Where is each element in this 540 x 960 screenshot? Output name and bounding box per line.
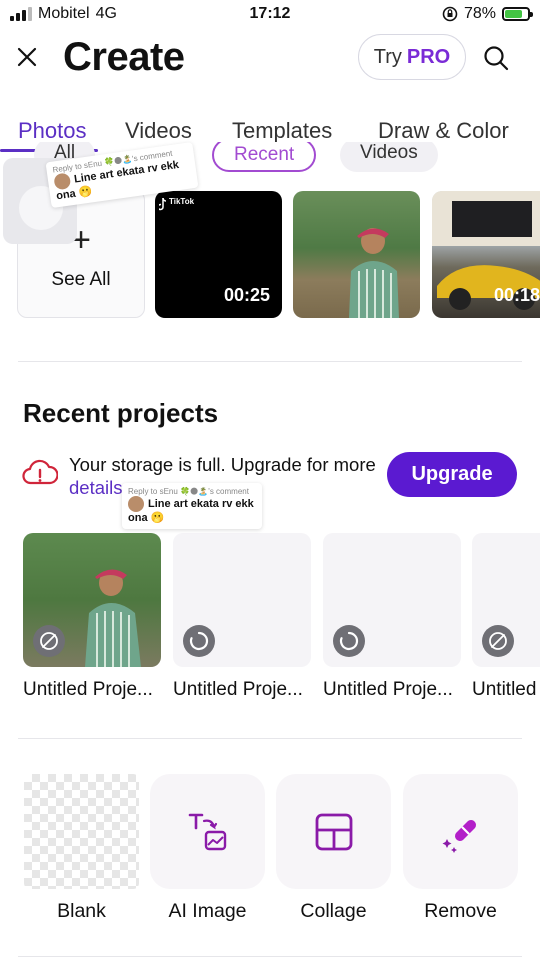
tool-label: Collage <box>300 900 367 922</box>
tab-draw-color[interactable]: Draw & Color <box>378 118 509 144</box>
video-duration: 00:25 <box>223 285 270 305</box>
media-thumb[interactable]: 00:18 <box>432 191 540 318</box>
project-item[interactable]: Untitled <box>472 533 540 701</box>
search-button[interactable] <box>482 44 510 72</box>
storage-message: Your storage is full. Upgrade for more <box>69 454 376 475</box>
media-thumb[interactable]: TikTok 00:25 <box>155 191 282 318</box>
battery-percent: 78% <box>463 5 496 22</box>
project-name: Untitled Proje... <box>23 679 153 700</box>
project-item[interactable]: Untitled Proje... <box>23 533 161 701</box>
project-thumbnail[interactable] <box>472 533 540 667</box>
status-right: 78% <box>442 5 533 23</box>
loading-spinner-icon <box>333 625 365 657</box>
tab-photos[interactable]: Photos <box>18 118 87 144</box>
project-item[interactable]: Untitled Proje... <box>173 533 311 701</box>
search-icon <box>484 46 509 71</box>
tiktok-brand: TikTok <box>169 197 195 206</box>
divider <box>18 738 522 739</box>
tool-blank[interactable]: Blank <box>24 774 139 923</box>
tool-label: Blank <box>57 900 106 922</box>
recent-projects-list: Untitled Proje... Untitled Proje... Unti… <box>0 533 540 708</box>
status-bar: Mobitel 4G 17:12 78% <box>0 0 540 30</box>
project-name: Untitled Proje... <box>173 679 303 700</box>
tab-videos[interactable]: Videos <box>125 118 192 144</box>
project-thumbnail[interactable] <box>173 533 311 667</box>
divider <box>18 361 522 362</box>
pro-label: PRO <box>406 45 451 68</box>
divider <box>18 956 522 957</box>
close-icon <box>17 47 37 67</box>
orientation-lock-icon <box>442 6 458 22</box>
tab-templates[interactable]: Templates <box>232 118 332 144</box>
tool-ai-image[interactable]: AI Image <box>150 774 265 923</box>
project-name: Untitled <box>472 679 537 700</box>
close-button[interactable] <box>14 44 40 70</box>
chip-videos[interactable]: Videos <box>340 142 438 172</box>
chip-recent[interactable]: Recent <box>212 142 317 172</box>
storage-details-link[interactable]: details. <box>69 477 128 498</box>
media-thumb[interactable] <box>293 191 420 318</box>
project-item[interactable]: Untitled Proje... <box>323 533 461 701</box>
person-photo <box>349 228 399 318</box>
try-pro-button[interactable]: Try PRO <box>358 34 466 80</box>
tool-collage[interactable]: Collage <box>276 774 391 923</box>
upgrade-button[interactable]: Upgrade <box>387 452 517 497</box>
media-row: + See All TikTok 00:25 00:18 <box>0 190 540 320</box>
recent-projects-title: Recent projects <box>23 398 219 428</box>
see-all-label: See All <box>51 269 111 290</box>
page-title: Create <box>63 35 185 79</box>
try-label: Try <box>373 45 402 68</box>
create-tools: Blank AI Image Collage Remove <box>0 774 540 924</box>
reply-text: Line art ekata rv ekk ona 🫢 <box>128 497 254 524</box>
hidden-eye-icon <box>33 625 65 657</box>
reply-header: Reply to sEnu 🍀🌑🏝️'s comment <box>128 487 249 496</box>
comment-reply-sticker: Reply to sEnu 🍀🌑🏝️'s comment Line art ek… <box>122 483 262 529</box>
tool-label: AI Image <box>168 900 247 922</box>
avatar <box>128 496 144 512</box>
video-duration: 00:18 <box>493 285 540 305</box>
cloud-warning-icon <box>22 459 58 485</box>
transparent-checker-icon <box>24 774 139 889</box>
reply-message: Line art ekata rv ekk ona 🫢 <box>128 496 256 525</box>
project-name: Untitled Proje... <box>323 679 453 700</box>
text-to-image-icon <box>188 813 227 851</box>
project-thumbnail[interactable] <box>23 533 161 667</box>
hidden-eye-icon <box>482 625 514 657</box>
project-thumbnail[interactable] <box>323 533 461 667</box>
collage-grid-icon <box>315 813 353 851</box>
tool-remove[interactable]: Remove <box>403 774 518 923</box>
loading-spinner-icon <box>183 625 215 657</box>
battery-icon <box>502 7 533 21</box>
header: Create Try PRO <box>0 30 540 90</box>
tool-label: Remove <box>424 900 497 922</box>
magic-eraser-icon <box>442 820 476 853</box>
